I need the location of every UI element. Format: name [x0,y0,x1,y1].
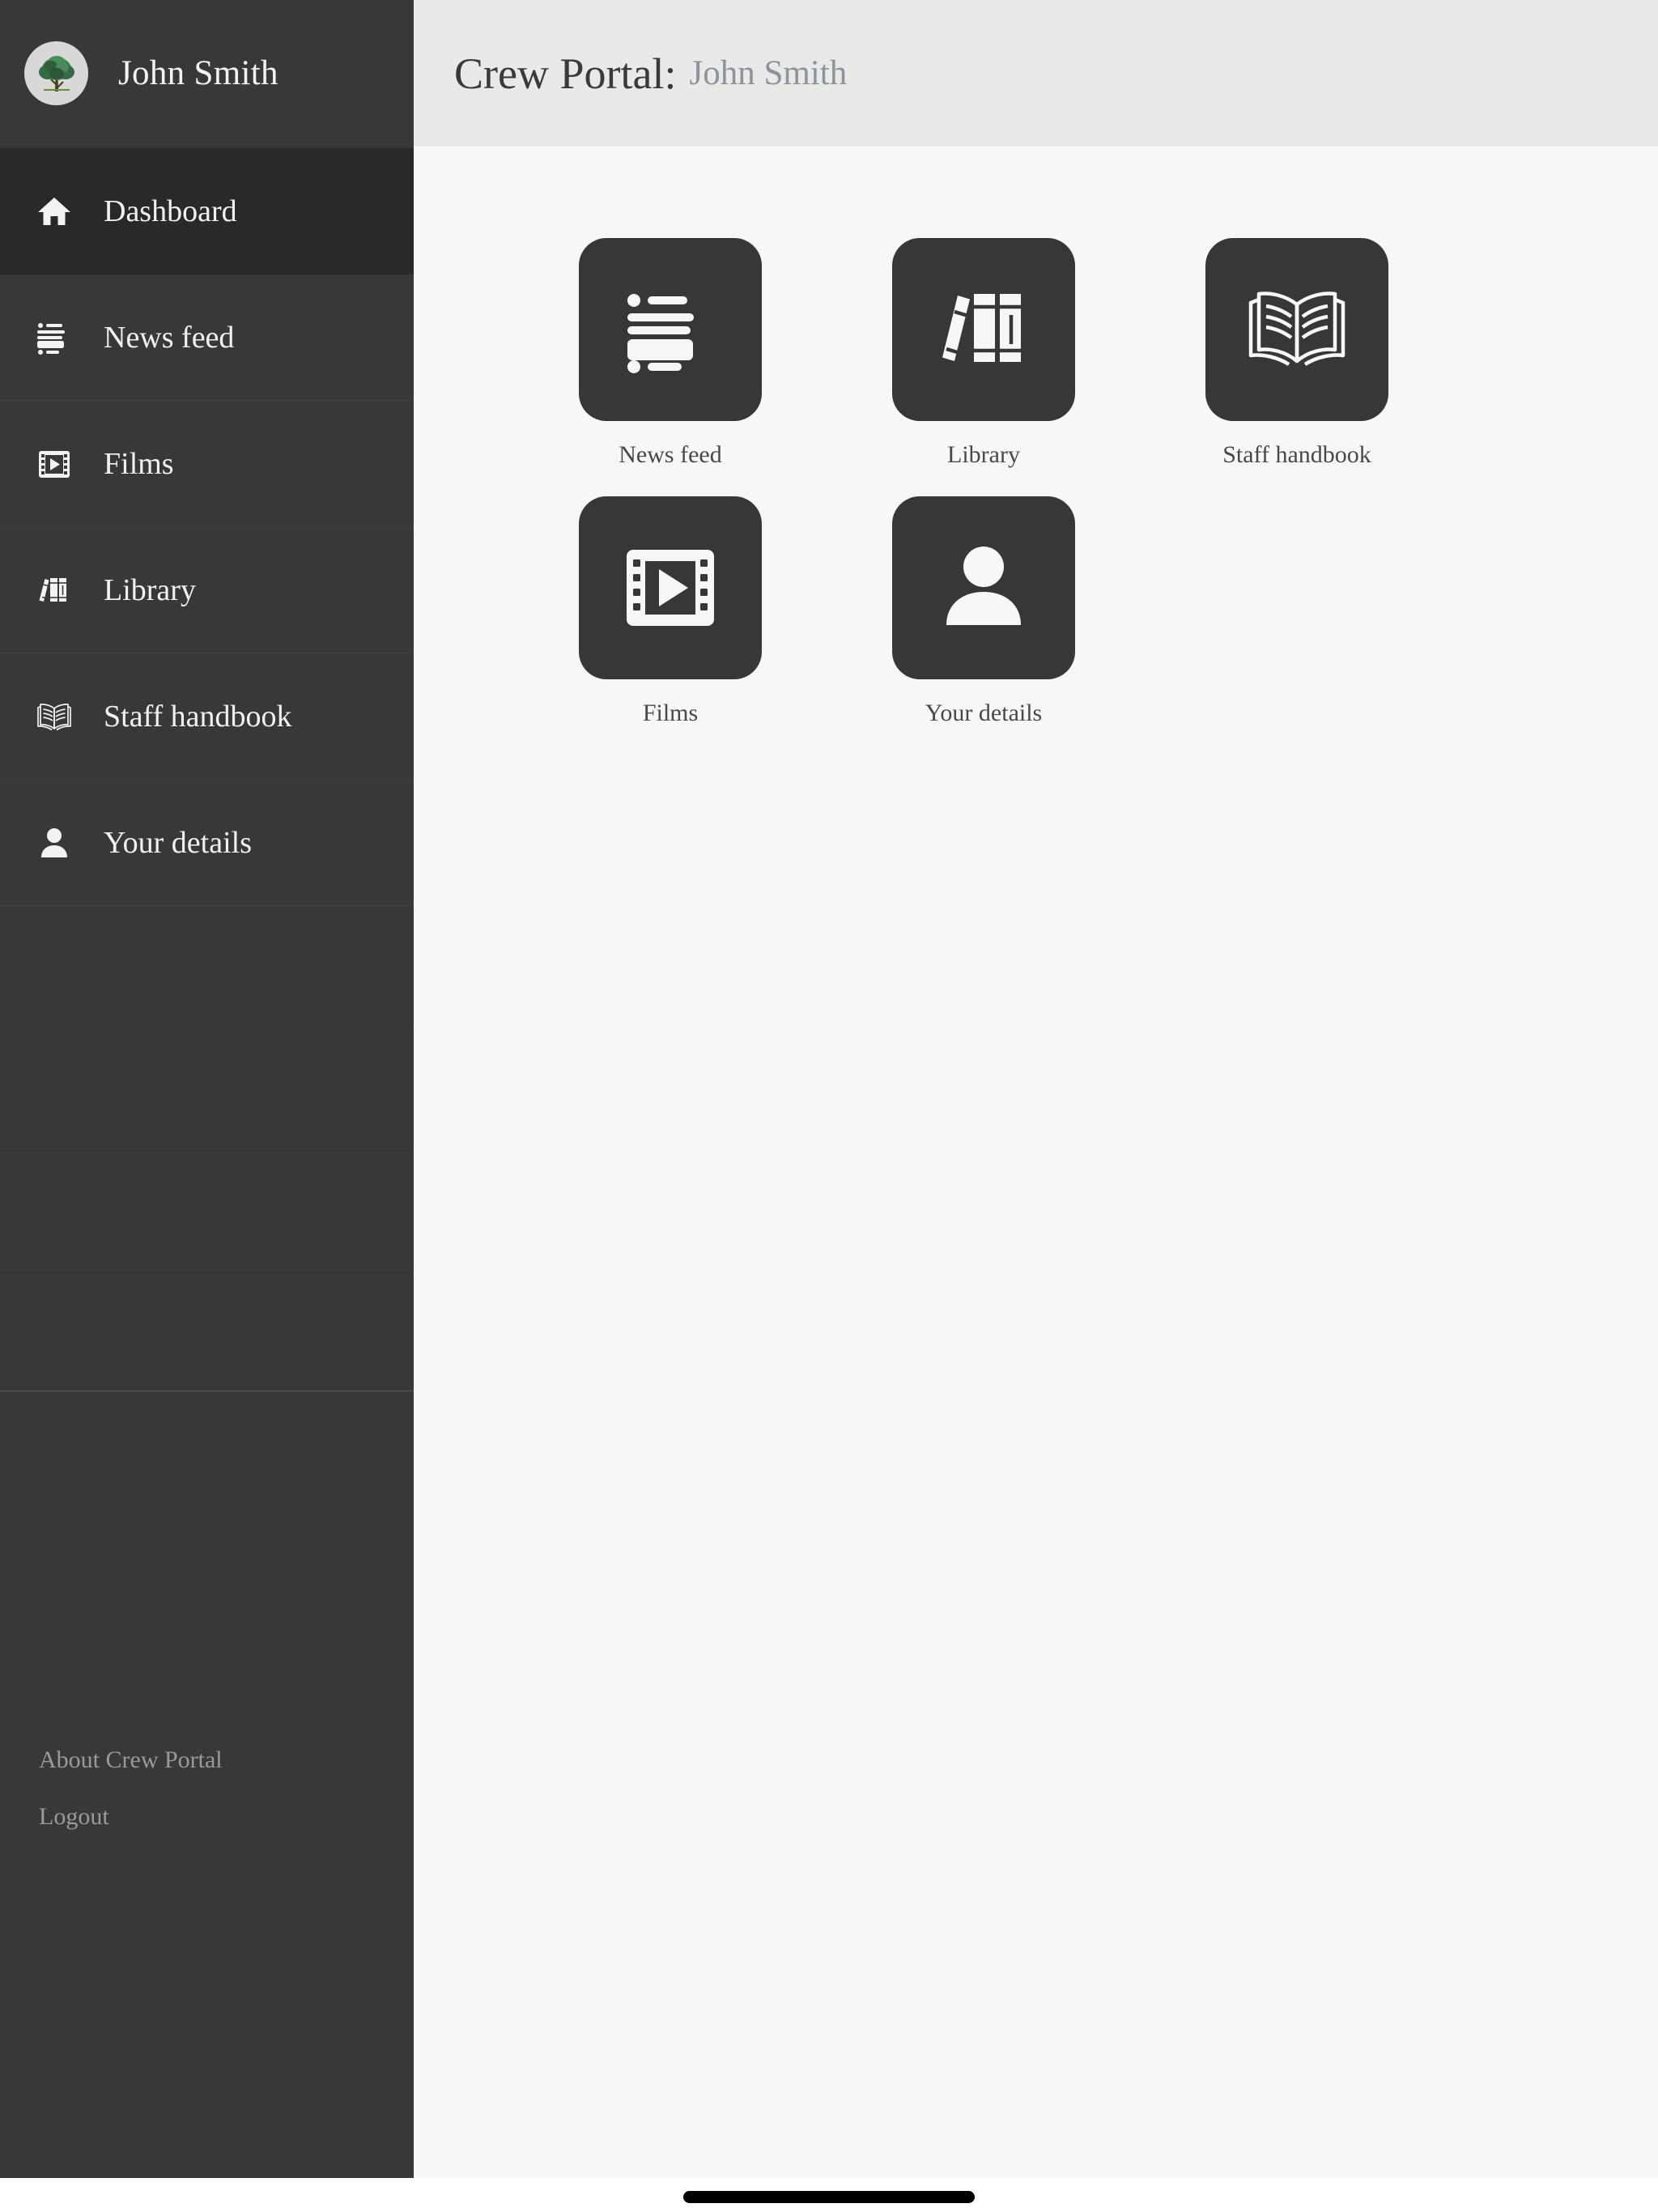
sidebar-item-label: News feed [104,320,235,355]
open-book-icon [31,693,78,740]
sidebar-bottom-space [0,1861,414,2179]
sidebar-item-films[interactable]: Films [0,401,414,527]
tile-your-details[interactable]: Your details [863,496,1104,725]
logout-link[interactable]: Logout [39,1804,414,1829]
sidebar-empty-space [0,906,414,1709]
tile-icon-box [579,238,762,421]
tile-grid: News feed Library Staff handbook Films Y… [550,238,1554,755]
tile-library[interactable]: Library [863,238,1104,467]
tile-label: Staff handbook [1222,441,1371,468]
sidebar-item-staff-handbook[interactable]: Staff handbook [0,653,414,780]
sidebar-item-label: Library [104,572,196,607]
sidebar-item-dashboard[interactable]: Dashboard [0,148,414,274]
tile-label: Library [947,441,1020,468]
tile-films[interactable]: Films [550,496,791,725]
dashboard-tiles-area: News feed Library Staff handbook Films Y… [414,147,1658,755]
tile-label: Films [642,700,699,726]
tile-label: News feed [619,441,722,468]
sidebar-filler-row [0,1149,414,1270]
tile-icon-box [1205,238,1388,421]
home-indicator-bar[interactable] [683,2190,975,2203]
tile-news-feed[interactable]: News feed [550,238,791,467]
tile-label: Your details [925,700,1043,726]
tree-avatar-icon [38,55,74,91]
avatar [24,41,88,105]
tile-icon-box [892,238,1075,421]
person-icon [31,819,78,866]
tile-staff-handbook[interactable]: Staff handbook [1176,238,1418,467]
tile-icon-box [579,496,762,679]
about-crew-portal-link[interactable]: About Crew Portal [39,1747,414,1772]
page-header: Crew Portal: John Smith [414,0,1658,147]
tile-icon-box [892,496,1075,679]
sidebar-nav: Dashboard News feed Films Library Staff … [0,148,414,906]
books-icon [31,567,78,614]
sidebar-item-news-feed[interactable]: News feed [0,274,414,401]
sidebar-filler-row [0,906,414,1027]
app-root: John Smith Dashboard News feed Films Lib… [0,0,1658,2212]
home-icon [31,188,78,235]
sidebar-item-label: Films [104,446,174,481]
film-strip-icon [31,440,78,487]
sidebar-filler-row [0,1027,414,1149]
sidebar-item-label: Staff handbook [104,699,292,734]
profile-name: John Smith [118,54,278,92]
sidebar-item-label: Your details [104,825,252,860]
sidebar-item-your-details[interactable]: Your details [0,780,414,906]
page-subtitle-username: John Smith [689,54,848,92]
main-content: Crew Portal: John Smith News feed Librar… [414,0,1658,2178]
sidebar-item-library[interactable]: Library [0,527,414,653]
sidebar-footer: About Crew Portal Logout [0,1709,414,1861]
sidebar-profile[interactable]: John Smith [0,0,414,148]
feed-list-icon [31,314,78,361]
page-title: Crew Portal: [454,49,677,98]
sidebar: John Smith Dashboard News feed Films Lib… [0,0,414,2178]
sidebar-item-label: Dashboard [104,194,237,228]
home-indicator-area [0,2178,1658,2212]
sidebar-filler-row [0,1270,414,1392]
